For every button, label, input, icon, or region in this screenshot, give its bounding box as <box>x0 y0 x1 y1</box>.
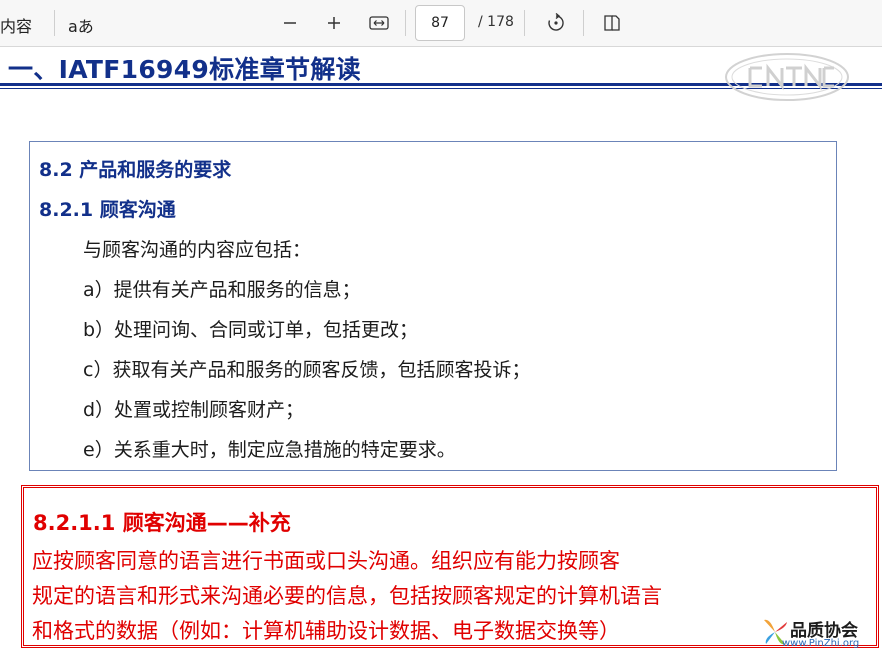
fit-width-button[interactable] <box>363 8 395 38</box>
pinzhi-logo: 品质协会 www.PinZhi.org <box>760 612 880 652</box>
intro-text: 与顾客沟通的内容应包括： <box>83 239 312 261</box>
supplement-heading: 8.2.1.1 顾客沟通——补充 <box>33 511 291 535</box>
toolbar-divider <box>583 10 584 36</box>
rotate-icon <box>548 13 564 31</box>
toolbar-divider <box>54 10 55 36</box>
fit-width-icon <box>369 16 389 30</box>
read-aloud-button[interactable]: aあ <box>68 13 94 37</box>
requirements-box: 8.2 产品和服务的要求 8.2.1 顾客沟通 与顾客沟通的内容应包括： a）提… <box>29 141 837 471</box>
page-total: / 178 <box>478 14 514 30</box>
list-item: d）处置或控制顾客财产； <box>83 399 305 421</box>
toolbar-divider <box>524 10 525 36</box>
logo-url-text: www.PinZhi.org <box>782 638 860 649</box>
section-heading: 8.2 产品和服务的要求 <box>39 159 232 181</box>
toolbar-divider <box>405 10 406 36</box>
supplement-line: 和格式的数据（例如：计算机辅助设计数据、电子数据交换等） <box>32 619 620 643</box>
page-number-input[interactable]: 87 <box>415 5 465 41</box>
pdf-toolbar: 内容 aあ 87 / 178 <box>0 0 882 47</box>
subsection-heading: 8.2.1 顾客沟通 <box>39 199 176 221</box>
rotate-button[interactable] <box>540 8 572 38</box>
minus-icon <box>284 22 296 24</box>
two-page-icon <box>604 15 620 31</box>
zoom-in-button[interactable] <box>318 8 350 38</box>
list-item: e）关系重大时，制定应急措施的特定要求。 <box>83 439 456 461</box>
plus-icon <box>328 17 340 29</box>
slide-title: 一、IATF16949标准章节解读 <box>8 55 361 84</box>
list-item: b）处理问询、合同或订单，包括更改； <box>83 319 419 341</box>
supplement-line: 应按顾客同意的语言进行书面或口头沟通。组织应有能力按顾客 <box>32 549 620 573</box>
supplement-line: 规定的语言和形式来沟通必要的信息，包括按顾客规定的计算机语言 <box>32 584 662 608</box>
list-item: a）提供有关产品和服务的信息； <box>83 279 361 301</box>
contents-button[interactable]: 内容 <box>0 13 32 37</box>
supplement-box: 8.2.1.1 顾客沟通——补充 应按顾客同意的语言进行书面或口头沟通。组织应有… <box>21 485 879 648</box>
zoom-out-button[interactable] <box>274 8 306 38</box>
page-view-button[interactable] <box>596 8 628 38</box>
list-item: c）获取有关产品和服务的顾客反馈，包括顾客投诉； <box>83 359 531 381</box>
watermark-logo-icon <box>725 53 849 101</box>
